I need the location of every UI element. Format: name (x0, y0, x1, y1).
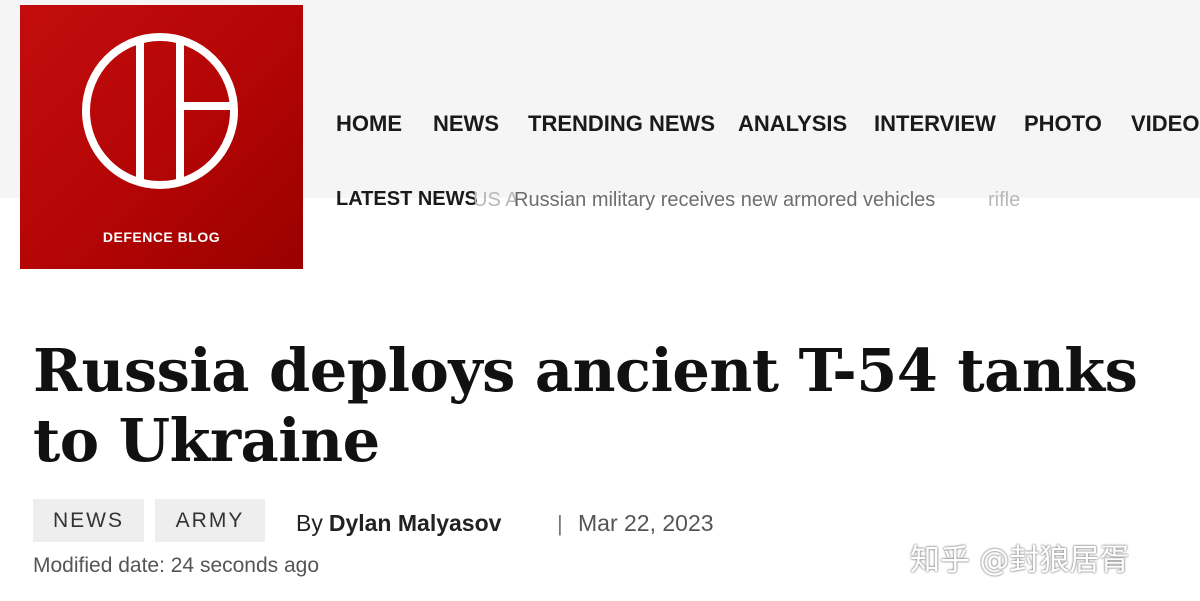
ticker-label: LATEST NEWS (336, 188, 478, 210)
modified-date: Modified date: 24 seconds ago (33, 554, 320, 577)
site-logo[interactable]: DEFENCE BLOG (20, 5, 303, 269)
nav-item-interview[interactable]: INTERVIEW (874, 111, 996, 137)
news-ticker: LATEST NEWS US A Russian military receiv… (336, 188, 1036, 214)
tag-news[interactable]: NEWS (33, 499, 144, 542)
nav-item-photo[interactable]: PHOTO (1024, 111, 1102, 137)
by-label: By (296, 510, 323, 536)
nav-item-news[interactable]: NEWS (433, 111, 499, 137)
ticker-current-item[interactable]: Russian military receives new armored ve… (514, 189, 935, 212)
logo-text: DEFENCE BLOG (102, 229, 221, 245)
byline: By Dylan Malyasov (296, 510, 501, 537)
author-link[interactable]: Dylan Malyasov (329, 510, 502, 536)
nav-item-trending-news[interactable]: TRENDING NEWS (528, 111, 715, 137)
ticker-previous-item[interactable]: US A (473, 189, 519, 212)
ticker-next-item[interactable]: rifle (988, 189, 1020, 212)
publish-date: Mar 22, 2023 (578, 510, 714, 536)
tag-army[interactable]: ARMY (155, 499, 265, 542)
nav-item-analysis[interactable]: ANALYSIS (738, 111, 847, 137)
article-title: Russia deploys ancient T-54 tanks to Ukr… (33, 336, 1138, 475)
nav-item-video[interactable]: VIDEO (1131, 111, 1199, 137)
watermark: 知乎 @封狼居胥 (910, 543, 1130, 578)
nav-item-home[interactable]: HOME (336, 111, 402, 137)
byline-separator: | (557, 511, 563, 536)
